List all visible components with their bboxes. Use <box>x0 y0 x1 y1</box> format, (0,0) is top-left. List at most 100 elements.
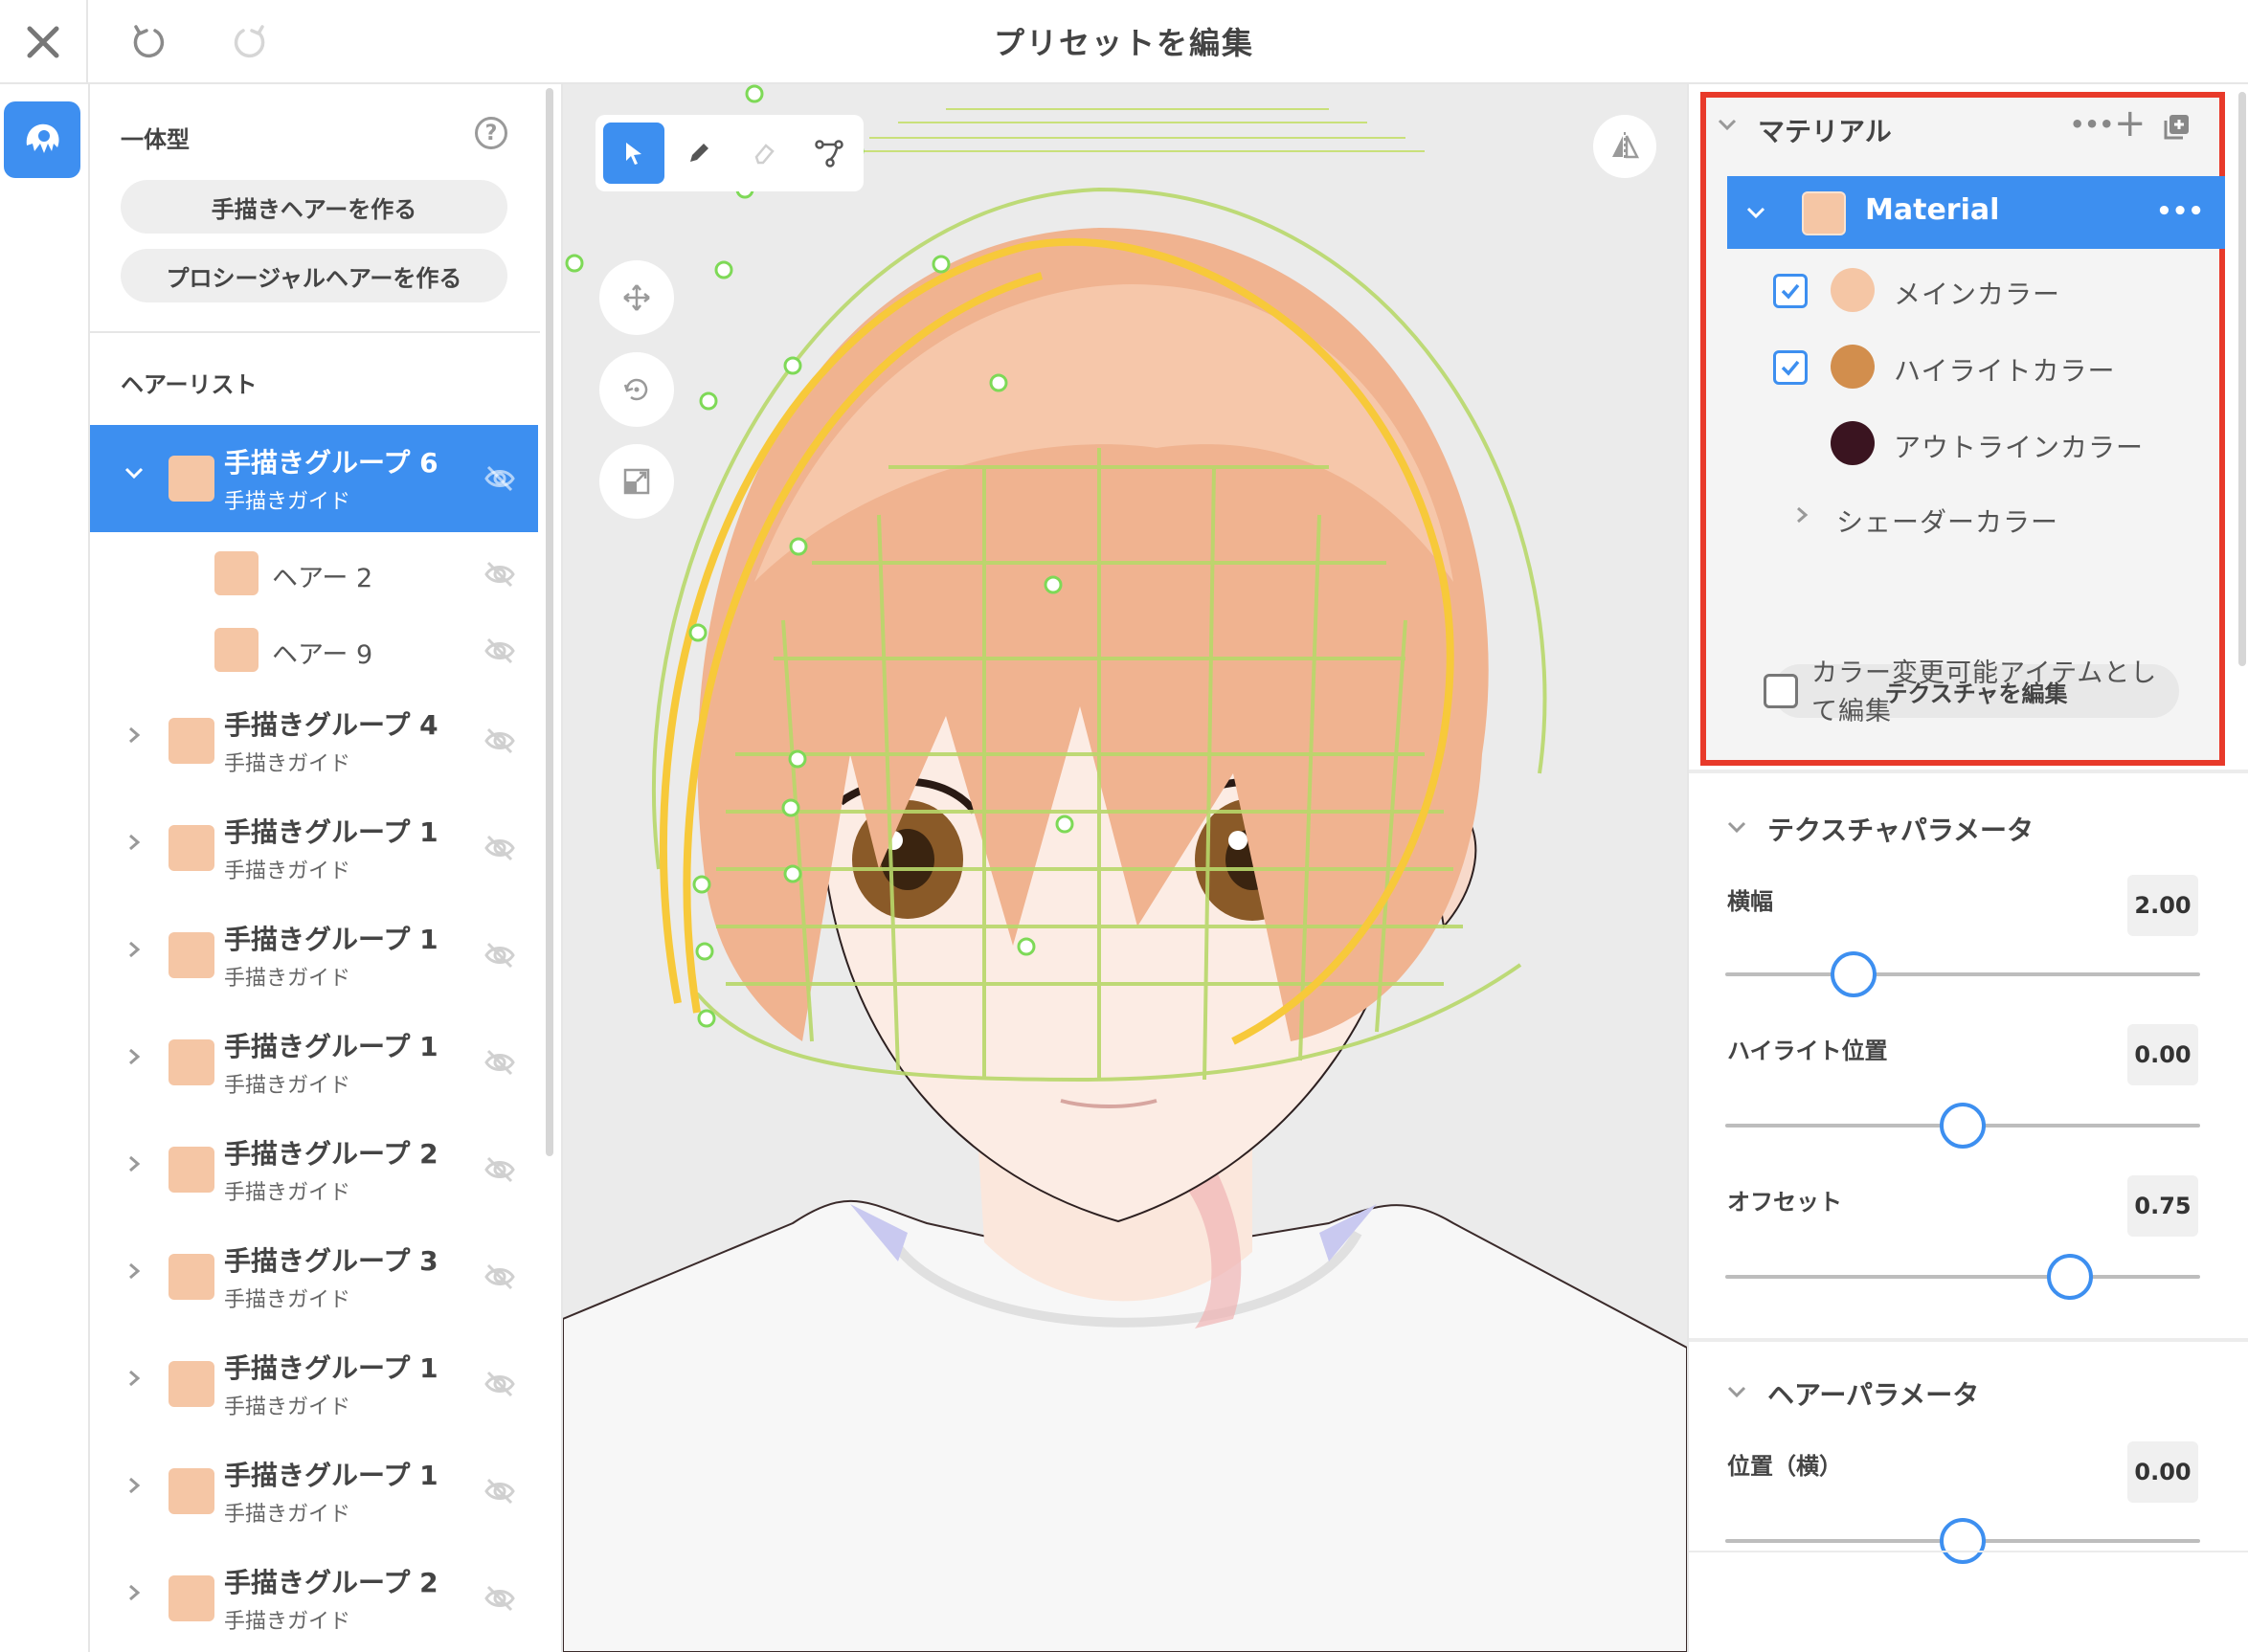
help-icon[interactable]: ? <box>475 117 507 149</box>
rotate-button[interactable] <box>599 352 674 427</box>
chevron-right-icon[interactable] <box>123 1367 146 1390</box>
properties-scrollbar[interactable] <box>2238 92 2246 666</box>
duplicate-icon[interactable] <box>2162 111 2192 142</box>
hair-group-row[interactable]: 手描きグループ 4 手描きガイド <box>90 687 538 794</box>
hair-group-row[interactable]: 手描きグループ 2 手描きガイド <box>90 1545 538 1652</box>
offset-value[interactable]: 0.75 <box>2127 1175 2198 1237</box>
material-options-button[interactable]: ••• <box>2156 197 2204 226</box>
hair-group-row[interactable]: 手描きグループ 1 手描きガイド <box>90 1330 538 1438</box>
hair-group-row[interactable]: 手描きグループ 1 手描きガイド <box>90 902 538 1009</box>
highlight-color-swatch[interactable] <box>1831 345 1875 389</box>
hair-group-row[interactable]: 手描きグループ 1 手描きガイド <box>90 1438 538 1545</box>
node-edit-tool-button[interactable] <box>798 123 860 184</box>
chevron-right-icon[interactable] <box>123 1474 146 1497</box>
eraser-icon <box>754 144 775 165</box>
hair-group-row[interactable]: 手描きグループ 3 手描きガイド <box>90 1223 538 1330</box>
chevron-down-icon[interactable] <box>1725 815 1748 838</box>
width-slider-knob[interactable] <box>1830 951 1877 997</box>
pen-tool-button[interactable] <box>668 123 730 184</box>
material-row-selected[interactable]: Material ••• <box>1727 176 2225 249</box>
visibility-off-icon[interactable] <box>483 1260 517 1294</box>
color-changeable-checkbox[interactable] <box>1764 674 1798 708</box>
hair-color-swatch <box>169 1039 214 1085</box>
hair-color-swatch <box>214 628 259 672</box>
visibility-off-icon[interactable] <box>483 557 517 592</box>
chevron-right-icon[interactable] <box>1792 505 1811 525</box>
hair-group-row-selected[interactable]: 手描きグループ 6 手描きガイド <box>90 425 538 532</box>
visibility-off-icon[interactable] <box>483 724 517 758</box>
visibility-off-icon[interactable] <box>483 1581 517 1616</box>
visibility-off-icon[interactable] <box>483 1367 517 1401</box>
hair-list-scrollbar[interactable] <box>546 88 553 1156</box>
hair-group-row[interactable]: 手描きグループ 1 手描きガイド <box>90 794 538 902</box>
chevron-right-icon[interactable] <box>123 1581 146 1604</box>
create-hand-drawn-hair-button[interactable]: 手描きヘアーを作る <box>121 180 507 234</box>
check-icon <box>1781 283 1800 300</box>
chevron-down-icon[interactable] <box>1716 113 1739 136</box>
properties-panel: マテリアル ••• + Material ••• メインカラー ハイライトカラー… <box>1687 84 2248 1652</box>
select-tool-button[interactable] <box>603 123 664 184</box>
chevron-right-icon[interactable] <box>123 1260 146 1283</box>
chevron-right-icon[interactable] <box>123 1152 146 1175</box>
chevron-right-icon[interactable] <box>123 1045 146 1068</box>
hair-category-button[interactable] <box>4 101 80 178</box>
chevron-right-icon[interactable] <box>123 831 146 854</box>
main-color-checkbox[interactable] <box>1773 274 1808 308</box>
shader-color-label[interactable]: シェーダーカラー <box>1836 502 2058 540</box>
outline-color-swatch[interactable] <box>1831 421 1875 465</box>
avatar-preview <box>563 84 1687 1652</box>
hair-group-row[interactable]: 手描きグループ 2 手描きガイド <box>90 1116 538 1223</box>
hair-color-swatch <box>169 932 214 978</box>
scale-button[interactable] <box>599 444 674 519</box>
eraser-tool-button[interactable] <box>733 123 795 184</box>
add-material-button[interactable]: + <box>2114 101 2147 145</box>
mirror-button[interactable] <box>1593 115 1656 178</box>
offset-slider[interactable] <box>1725 1275 2200 1279</box>
highlight-position-slider-knob[interactable] <box>1940 1103 1986 1149</box>
chevron-right-icon[interactable] <box>123 938 146 961</box>
divider <box>1689 1338 2248 1342</box>
create-procedural-hair-button[interactable]: プロシージャルヘアーを作る <box>121 249 507 302</box>
material-header: マテリアル <box>1758 116 1892 147</box>
chevron-right-icon[interactable] <box>123 724 146 747</box>
hair-params-header: ヘアーパラメータ <box>1767 1379 1980 1411</box>
color-changeable-label: カラー変更可能アイテムとし て編集 <box>1811 659 2158 726</box>
position-x-label: 位置（横） <box>1727 1453 1842 1480</box>
chevron-down-icon[interactable] <box>1744 201 1767 224</box>
offset-slider-knob[interactable] <box>2046 1254 2093 1300</box>
highlight-color-checkbox[interactable] <box>1773 350 1808 385</box>
move-button[interactable] <box>599 260 674 335</box>
position-x-slider-knob[interactable] <box>1940 1518 1986 1564</box>
position-x-value[interactable]: 0.00 <box>2127 1441 2198 1503</box>
chevron-down-icon[interactable] <box>123 461 146 484</box>
visibility-off-icon[interactable] <box>483 1474 517 1508</box>
page-title: プリセットを編集 <box>993 25 1254 61</box>
hair-group-title: 手描きグループ 1 <box>224 1460 438 1491</box>
visibility-off-icon[interactable] <box>483 831 517 865</box>
visibility-off-icon[interactable] <box>483 1045 517 1080</box>
highlight-position-value[interactable]: 0.00 <box>2127 1024 2198 1085</box>
3d-viewport[interactable] <box>563 84 1687 1652</box>
mirror-icon <box>1612 132 1640 161</box>
visibility-off-icon[interactable] <box>483 1152 517 1187</box>
material-more-button[interactable]: ••• <box>2070 111 2114 138</box>
hair-group-row[interactable]: 手描きグループ 1 手描きガイド <box>90 1009 538 1116</box>
title-bar: プリセットを編集 <box>0 0 2248 84</box>
divider <box>90 331 540 333</box>
chevron-down-icon[interactable] <box>1725 1380 1748 1403</box>
main-color-swatch[interactable] <box>1831 268 1875 312</box>
visibility-off-icon[interactable] <box>483 938 517 972</box>
check-icon <box>1781 360 1800 376</box>
hair-color-swatch <box>169 1254 214 1300</box>
visibility-off-icon[interactable] <box>483 461 517 496</box>
hair-type-label: 一体型 <box>121 126 190 153</box>
width-value[interactable]: 2.00 <box>2127 875 2198 936</box>
visibility-off-icon[interactable] <box>483 634 517 668</box>
width-slider[interactable] <box>1725 972 2200 976</box>
hair-item-row[interactable]: ヘアー 9 <box>90 611 538 687</box>
hair-group-title: 手描きグループ 2 <box>224 1138 438 1170</box>
hair-group-subtitle: 手描きガイド <box>224 1181 351 1205</box>
hair-color-swatch <box>169 1575 214 1621</box>
hair-group-title: 手描きグループ 1 <box>224 1031 438 1062</box>
hair-item-row[interactable]: ヘアー 2 <box>90 534 538 611</box>
